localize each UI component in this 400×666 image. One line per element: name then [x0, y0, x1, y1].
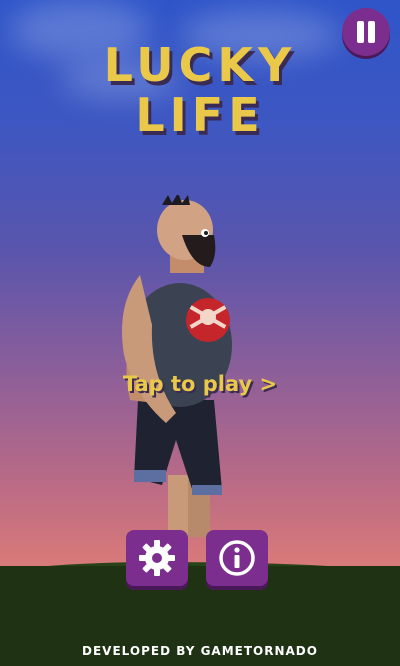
pause-button[interactable]: [342, 8, 390, 56]
info-icon: [219, 540, 255, 576]
player-character: [122, 195, 232, 537]
game-title-line2: LIFE: [135, 88, 265, 142]
game-title-line1: LUCKY: [103, 38, 297, 92]
gear-icon: [139, 540, 175, 576]
tap-to-play-prompt[interactable]: Tap to play >: [0, 372, 400, 396]
info-button[interactable]: [206, 530, 268, 586]
developer-credit: DEVELOPED BY GAMETORNADO: [82, 644, 318, 658]
settings-button[interactable]: [126, 530, 188, 586]
